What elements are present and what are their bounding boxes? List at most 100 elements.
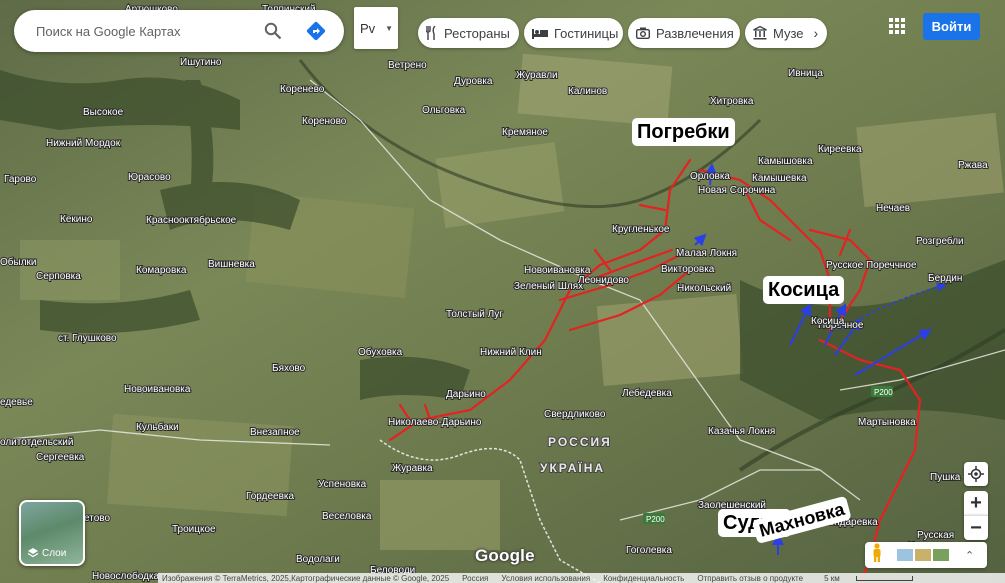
- place-label[interactable]: Дуровка: [453, 75, 494, 88]
- place-label[interactable]: Троицкое: [171, 523, 217, 536]
- footer-scale: 5 км: [824, 574, 926, 583]
- place-label[interactable]: Казачья Локня: [707, 425, 776, 438]
- satellite-map[interactable]: РОССИЯ УКРАЇНА P200 P200 АртюшковоТолпин…: [0, 0, 1005, 583]
- place-label[interactable]: Гордеевка: [245, 490, 296, 503]
- place-label[interactable]: Сергеевка: [35, 451, 86, 464]
- search-icon[interactable]: [262, 20, 284, 42]
- place-label[interactable]: Русское Пореччное: [825, 259, 918, 272]
- place-label[interactable]: Серповка: [35, 270, 82, 283]
- footer-feedback-link[interactable]: Отправить отзыв о продукте: [697, 574, 803, 583]
- zoom-in-button[interactable]: +: [964, 491, 988, 515]
- directions-icon[interactable]: [305, 20, 327, 42]
- camera-icon: [636, 25, 650, 41]
- place-label[interactable]: Кекино: [59, 213, 94, 226]
- place-label[interactable]: Обылки: [0, 255, 38, 269]
- place-label[interactable]: Дарьино: [445, 388, 487, 401]
- place-label[interactable]: Толстый Луг: [445, 308, 504, 321]
- place-label[interactable]: Косица: [810, 315, 846, 328]
- place-label[interactable]: Бердин: [927, 272, 963, 285]
- place-label[interactable]: Пушка: [929, 471, 962, 484]
- place-label[interactable]: Кремяное: [501, 126, 549, 139]
- place-label[interactable]: Хитровка: [709, 95, 755, 108]
- place-label[interactable]: Никольский: [676, 282, 732, 295]
- footer-privacy-link[interactable]: Конфиденциальность: [603, 574, 684, 583]
- place-label[interactable]: Лебедевка: [621, 386, 673, 400]
- traffic-preview-thumb[interactable]: [915, 549, 931, 561]
- place-label[interactable]: Орловка: [689, 170, 731, 183]
- pegman-icon[interactable]: [871, 542, 883, 568]
- place-label[interactable]: Вишневка: [207, 258, 256, 271]
- place-label[interactable]: Мартыновка: [857, 416, 917, 429]
- place-label[interactable]: Гоголевка: [625, 544, 673, 557]
- border-label-russia: РОССИЯ: [548, 435, 612, 449]
- chip-entertainment[interactable]: Развлечения: [628, 18, 740, 48]
- place-label[interactable]: Журавка: [391, 462, 434, 475]
- place-label[interactable]: Ивница: [787, 67, 824, 80]
- place-label[interactable]: Ветрено: [387, 59, 428, 72]
- place-label[interactable]: етово: [83, 512, 111, 525]
- place-label[interactable]: Внезапное: [249, 426, 301, 439]
- place-label[interactable]: ст. Глушково: [57, 332, 118, 345]
- transit-preview-thumb[interactable]: [933, 549, 949, 561]
- place-label[interactable]: Кульбаки: [135, 420, 180, 434]
- terrain-preview-thumb[interactable]: [897, 549, 913, 561]
- place-label[interactable]: Русская: [916, 529, 955, 542]
- place-label[interactable]: Ржава: [957, 159, 989, 172]
- chip-hotels[interactable]: Гостиницы: [524, 18, 623, 48]
- place-label[interactable]: Свердликово: [543, 408, 607, 421]
- place-label[interactable]: Комаровка: [135, 264, 188, 277]
- signin-button[interactable]: Войти: [923, 13, 980, 40]
- place-label[interactable]: Новая Сорочина: [697, 184, 777, 197]
- place-label[interactable]: Новослободка: [91, 569, 161, 583]
- place-label[interactable]: Обуховка: [357, 345, 404, 359]
- place-label[interactable]: Веселовка: [321, 510, 373, 523]
- place-label[interactable]: Гарово: [3, 173, 38, 186]
- place-label[interactable]: Камышевка: [751, 172, 808, 185]
- place-label[interactable]: Зеленый Шлях: [513, 280, 584, 293]
- place-label[interactable]: Нижний Мордок: [45, 137, 122, 150]
- language-dropdown[interactable]: Pv ▼: [354, 7, 398, 49]
- map-type-strip[interactable]: ⌃: [865, 542, 987, 568]
- layers-label: Слои: [27, 547, 66, 559]
- place-label[interactable]: Калинов: [567, 85, 608, 98]
- place-label[interactable]: Киреевка: [817, 143, 863, 156]
- my-location-button[interactable]: [964, 462, 988, 486]
- place-label[interactable]: Ишутино: [179, 56, 223, 69]
- apps-grid-icon[interactable]: [889, 18, 905, 34]
- footer-country-link[interactable]: Россия: [462, 574, 488, 583]
- place-label[interactable]: Леонидово: [577, 274, 630, 287]
- search-input[interactable]: [34, 22, 258, 40]
- place-label[interactable]: Коренево: [279, 83, 326, 96]
- place-label[interactable]: Малая Локня: [675, 247, 738, 260]
- place-label[interactable]: Розгребли: [915, 234, 965, 248]
- place-label[interactable]: Ольговка: [421, 104, 467, 117]
- place-label[interactable]: Новоивановка: [123, 383, 192, 396]
- chip-museums[interactable]: Музе ›: [745, 18, 827, 48]
- place-label[interactable]: Камышовка: [757, 155, 814, 168]
- place-label[interactable]: Бяхово: [271, 362, 307, 375]
- place-label[interactable]: олитотдельский: [0, 436, 74, 449]
- place-label[interactable]: Высокое: [82, 106, 125, 119]
- search-box[interactable]: [14, 10, 344, 52]
- place-label[interactable]: едевье: [0, 396, 34, 409]
- layers-button[interactable]: Слои: [19, 500, 85, 566]
- place-label[interactable]: Николаево-Дарьино: [387, 416, 483, 429]
- place-label[interactable]: Юрасово: [127, 171, 172, 184]
- place-label[interactable]: Викторовка: [660, 263, 716, 276]
- chip-restaurants[interactable]: Рестораны: [418, 18, 519, 48]
- place-label[interactable]: Водолаги: [295, 553, 341, 566]
- chevron-right-icon[interactable]: ›: [814, 25, 819, 41]
- chip-museums-label: Музе: [773, 25, 804, 41]
- place-label[interactable]: Нечаев: [875, 202, 911, 215]
- zoom-out-button[interactable]: −: [964, 515, 988, 540]
- place-label[interactable]: Кругленькое: [611, 223, 671, 236]
- place-label[interactable]: Журавли: [515, 69, 559, 82]
- place-label[interactable]: Краснооктябрьское: [145, 213, 238, 227]
- annotation-pogrebki: Погребки: [632, 118, 735, 146]
- chevron-down-icon: ▼: [385, 23, 394, 33]
- place-label[interactable]: Кореново: [301, 115, 348, 128]
- place-label[interactable]: Успеновка: [317, 478, 368, 491]
- expand-up-icon[interactable]: ⌃: [965, 549, 974, 562]
- place-label[interactable]: Нижний Клин: [479, 346, 543, 359]
- footer-terms-link[interactable]: Условия использования: [501, 574, 590, 583]
